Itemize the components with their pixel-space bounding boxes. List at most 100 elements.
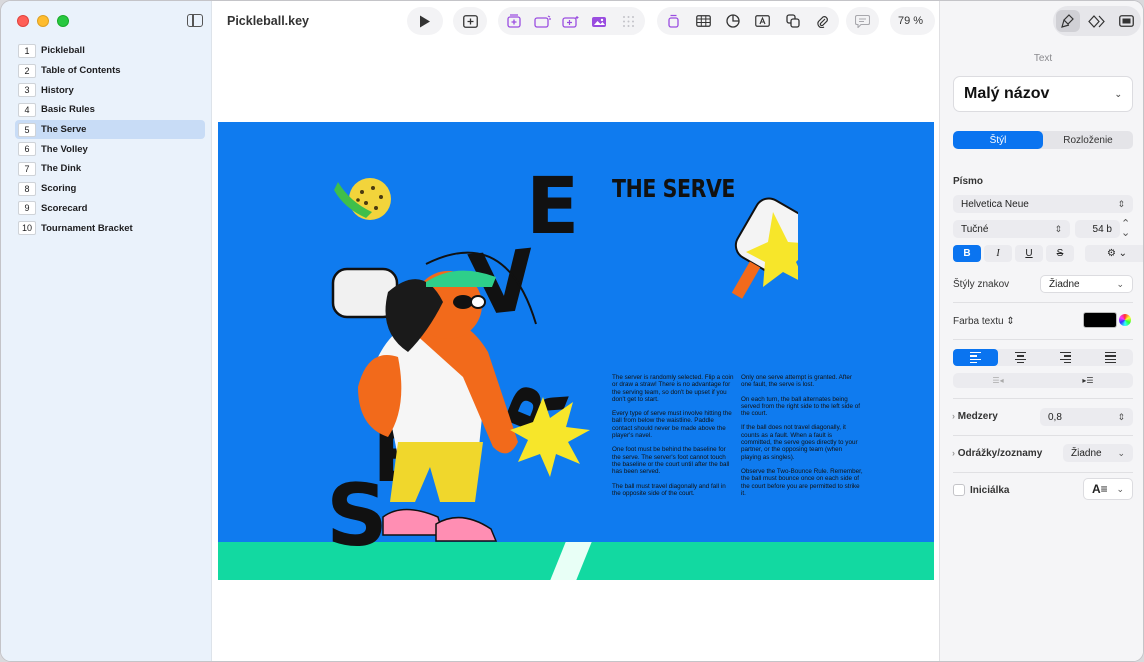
add-slide-icon[interactable] [457,9,483,33]
play-icon[interactable] [412,9,438,33]
spacing-select[interactable]: 0,8 ⇕ [1040,408,1133,426]
strikethrough-button[interactable]: S [1046,245,1074,262]
animate-diamond-icon[interactable] [1085,10,1109,32]
chevron-down-icon: ⌄ [1116,278,1124,289]
paragraph-style-select[interactable]: Malý názov ⌄ [953,76,1133,112]
slide-number: 6 [18,142,36,157]
font-label: Písmo [953,176,984,187]
dropcap-checkbox[interactable] [953,484,965,496]
chart-icon[interactable] [720,9,746,33]
underline-button[interactable]: U [1015,245,1043,262]
slide-list-item[interactable]: 8 Scoring [15,179,205,199]
dropcap-preview-icon: A≡ [1092,482,1108,496]
magic-move-icon[interactable] [559,9,584,33]
media-icon[interactable] [809,9,835,33]
slide-number: 7 [18,161,36,176]
font-weight-select[interactable]: Tučné ⇕ [953,220,1070,238]
animate-icon[interactable] [531,9,556,33]
slide-title-label: The Volley [41,143,88,155]
tab-layout[interactable]: Rozloženie [1043,131,1133,149]
slide-title-label: Pickleball [41,45,85,57]
font-size-field[interactable]: 54 b [1075,220,1120,238]
sidebar-toggle-icon[interactable] [187,14,203,27]
zoom-value: 79 % [898,15,924,27]
slide-title-label: Scorecard [41,202,88,214]
build-order-icon[interactable] [661,9,687,33]
format-brush-icon[interactable] [1055,10,1080,32]
document-setup-icon[interactable] [1114,10,1138,32]
divider [953,339,1133,340]
play-group [407,7,443,35]
comment-icon[interactable] [850,9,875,33]
body-paragraph: Observe the Two-Bounce Rule. Remember, t… [741,467,863,497]
bullets-select[interactable]: Žiadne ⌄ [1063,444,1133,462]
slide-title-label: Table of Contents [41,65,121,77]
text-options-gear-icon[interactable]: ⚙ ⌄ [1085,245,1143,262]
text-color-label[interactable]: Farba textu ⇕ [953,316,1015,327]
slide-list-item[interactable]: 6 The Volley [15,139,205,159]
align-justify-icon[interactable] [1088,349,1133,366]
table-icon[interactable] [691,9,717,33]
text-format-buttons: B I U S ⚙ ⌄ [953,245,1143,262]
slide-number: 10 [18,221,36,236]
text-color-swatch[interactable] [1083,312,1117,328]
spacing-disclosure[interactable]: › Medzery [952,411,998,422]
font-family-select[interactable]: Helvetica Neue ⇕ [953,195,1133,213]
slide-title-label: The Dink [41,163,82,175]
format-inspector: Text Malý názov ⌄ Štýl Rozloženie Písmo … [939,1,1143,661]
divider [953,398,1133,399]
slide-list-item[interactable]: 2 Table of Contents [15,61,205,81]
dropcap-label: Iniciálka [970,485,1010,496]
slide-list-item[interactable]: 9 Scorecard [15,199,205,219]
body-paragraph: Only one serve attempt is granted. After… [741,374,852,389]
slide-title-label: The Serve [41,124,87,136]
align-center-icon[interactable] [998,349,1043,366]
insert-group [657,7,839,35]
close-button[interactable] [17,15,29,27]
document-title: Pickleball.key [227,14,310,28]
align-left-icon[interactable] [953,349,998,366]
zoom-control[interactable]: 79 % [890,7,935,35]
slide-canvas[interactable]: THE SERVE E V R E S [212,41,939,661]
slide-list-item[interactable]: 4 Basic Rules [15,100,205,120]
text-column-right[interactable]: Only one serve attempt is granted. After… [741,374,863,504]
slide-list-item[interactable]: 10 Tournament Bracket [15,218,205,238]
image-gallery-icon[interactable] [588,9,613,33]
body-paragraph: The ball must travel diagonally and fall… [612,482,726,497]
increase-indent-icon[interactable]: ▸☰ [1043,373,1133,388]
spacing-value: 0,8 [1048,411,1062,423]
slide-list-item[interactable]: 3 History [15,80,205,100]
dropcap-style-select[interactable]: A≡ ⌄ [1083,478,1133,500]
bullets-disclosure[interactable]: › Odrážky/zoznamy [952,448,1042,459]
updown-icon: ⇕ [1117,198,1125,209]
inspector-switcher [1053,6,1141,36]
shape-icon[interactable] [780,9,806,33]
zoom-button[interactable] [57,15,69,27]
window-controls [17,15,69,27]
current-slide[interactable]: THE SERVE E V R E S [218,122,934,580]
align-right-icon[interactable] [1043,349,1088,366]
slide-list-item[interactable]: 1 Pickleball [15,41,205,61]
text-column-left[interactable]: The server is randomly selected. Flip a … [612,374,734,504]
chevron-down-icon: ⌄ [1114,88,1122,99]
chevron-down-icon: ⌄ [1116,483,1124,494]
grid-icon[interactable] [616,9,641,33]
slide-title-label: Scoring [41,183,77,195]
body-paragraph: The server is randomly selected. Flip a … [612,374,734,403]
slide-navigator: 1 Pickleball 2 Table of Contents 3 History 4 Ba… [1,1,212,661]
text-box-icon[interactable] [750,9,776,33]
bullets-value: Žiadne [1071,447,1102,459]
tab-style[interactable]: Štýl [953,131,1043,149]
bold-button[interactable]: B [953,245,981,262]
decrease-indent-icon[interactable]: ☰◂ [953,373,1043,388]
italic-button[interactable]: I [984,245,1012,262]
build-in-icon[interactable] [502,9,527,33]
slide-list-item[interactable]: 5 The Serve [15,119,205,140]
slide-list-item[interactable]: 7 The Dink [15,159,205,179]
font-weight-value: Tučné [961,223,989,235]
font-size-stepper-icon[interactable]: ⌃ ⌄ [1121,219,1130,239]
slide-title-label: Tournament Bracket [41,222,133,234]
color-wheel-icon[interactable] [1119,314,1131,326]
char-styles-select[interactable]: Žiadne ⌄ [1040,275,1133,293]
minimize-button[interactable] [37,15,49,27]
